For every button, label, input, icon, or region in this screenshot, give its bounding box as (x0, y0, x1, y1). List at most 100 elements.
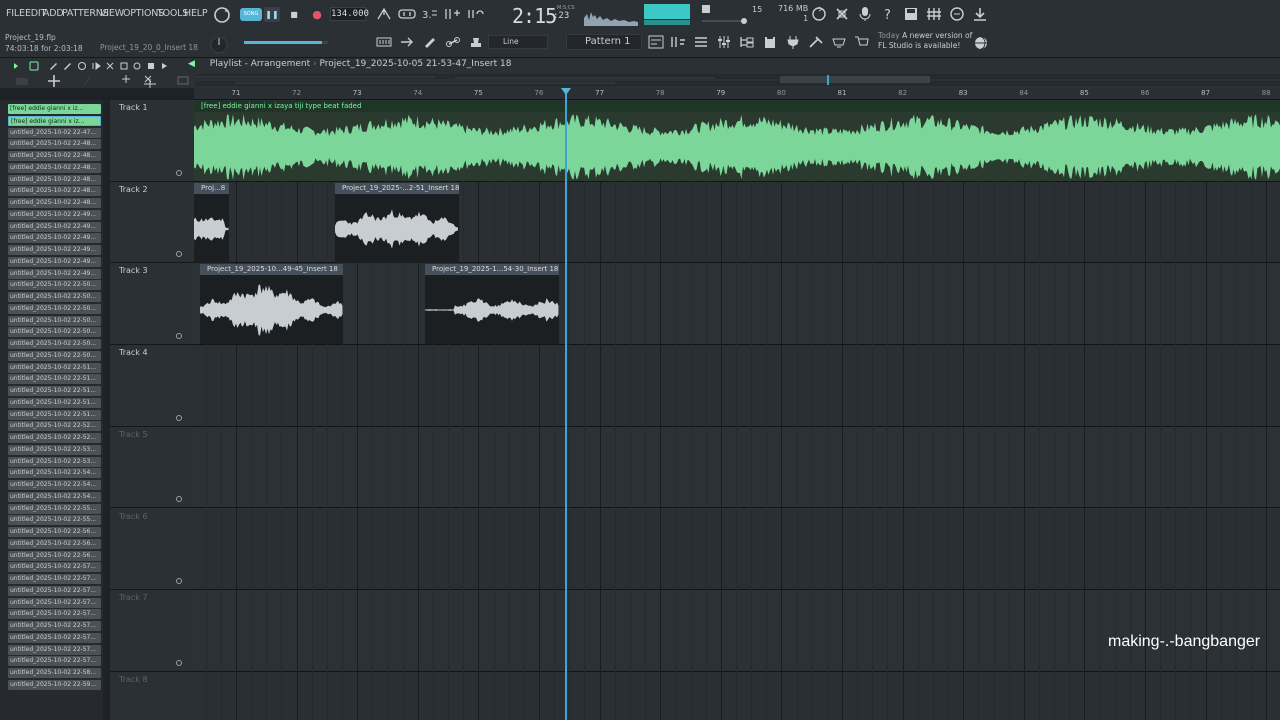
undo-history-icon[interactable] (811, 6, 827, 22)
picker-clip-entry[interactable]: [free] eddie gianni x iz... (8, 115, 101, 126)
picker-clip-entry[interactable]: [free] eddie gianni x iz... (8, 104, 101, 114)
metronome-icon[interactable] (376, 7, 392, 21)
picker-clip-entry[interactable]: untitled_2025-10-02 22-55... (8, 503, 101, 514)
picker-clip-entry[interactable]: untitled_2025-10-02 22-52... (8, 421, 101, 432)
picker-clip-entry[interactable]: untitled_2025-10-02 22-50... (8, 292, 101, 302)
track-header[interactable]: Track 6 (110, 509, 194, 591)
audio-clip-beat[interactable]: [free] eddie gianni x izaya tiji type be… (194, 101, 1280, 181)
song-position-clock[interactable]: 2:15 (512, 4, 557, 28)
picker-clip-entry[interactable]: untitled_2025-10-02 22-50... (8, 339, 101, 349)
playlist-title[interactable]: Playlist - Arrangement (210, 59, 310, 69)
wait-for-input-icon[interactable] (398, 7, 416, 21)
picker-clip-entry[interactable]: untitled_2025-10-02 22-49... (8, 245, 101, 255)
timeline-ruler[interactable]: 71 72 73 74 75 76 77 78 79 80 81 82 83 84 85 86 87 88 (194, 88, 1280, 100)
plugin-database-icon[interactable] (926, 6, 942, 22)
picker-clip-entry[interactable]: untitled_2025-10-02 22-57... (8, 632, 101, 643)
picker-clip-entry[interactable]: untitled_2025-10-02 22-56... (8, 538, 101, 549)
snap-selector[interactable]: Line (488, 35, 548, 49)
picker-clip-entry[interactable]: untitled_2025-10-02 22-58... (8, 668, 101, 678)
master-pitch-knob-icon[interactable] (206, 33, 232, 57)
track-header[interactable]: Track 7 (110, 590, 194, 672)
master-volume-slider[interactable] (244, 41, 322, 44)
audio-clip-title[interactable]: Project_19_2025-10...49-45_Insert 18 (200, 264, 343, 276)
track-mute-indicator[interactable] (176, 333, 182, 340)
picker-clip-entry[interactable]: untitled_2025-10-02 22-57... (8, 609, 101, 620)
picker-clip-entry[interactable]: untitled_2025-10-02 22-52... (8, 433, 101, 443)
track-header[interactable]: Track 5 (110, 427, 194, 509)
picker-clip-entry[interactable]: untitled_2025-10-02 22-59... (8, 679, 101, 690)
picker-clip-entry[interactable]: untitled_2025-10-02 22-51... (8, 397, 101, 408)
channel-rack-icon[interactable] (693, 35, 709, 49)
track-header[interactable]: Track 4 (110, 345, 194, 427)
track-name[interactable]: Track 7 (119, 593, 148, 602)
track-header[interactable]: Track 1 (110, 100, 194, 182)
track-mute-indicator[interactable] (176, 251, 182, 258)
picker-clip-entry[interactable]: untitled_2025-10-02 22-57... (8, 656, 101, 667)
picker-clip-entry[interactable]: untitled_2025-10-02 22-50... (8, 327, 101, 338)
menu-help[interactable]: HELP (184, 8, 208, 19)
track-name[interactable]: Track 8 (119, 675, 148, 684)
mixer-icon[interactable] (834, 6, 850, 22)
playlist-grid[interactable]: [free] eddie gianni x izaya tiji type be… (194, 100, 1280, 720)
track-name[interactable]: Track 3 (119, 266, 148, 275)
picker-clip-entry[interactable]: untitled_2025-10-02 22-49... (8, 256, 101, 267)
piano-roll-icon[interactable] (670, 35, 686, 49)
picker-clip-entry[interactable]: untitled_2025-10-02 22-50... (8, 280, 101, 291)
audio-clip-title[interactable]: [free] eddie gianni x izaya tiji type be… (194, 101, 1280, 112)
playlist-icon[interactable] (648, 35, 664, 49)
picker-clip-entry[interactable]: untitled_2025-10-02 22-51... (8, 374, 101, 385)
picker-clip-entry[interactable]: untitled_2025-10-02 22-49... (8, 233, 101, 244)
song-mode-toggle[interactable]: SONG (240, 8, 262, 21)
recording-loop-icon[interactable] (212, 5, 232, 25)
picker-clip-entry[interactable]: untitled_2025-10-02 22-47... (8, 127, 101, 138)
picker-clip-entry[interactable]: untitled_2025-10-02 22-57... (8, 597, 101, 608)
blend-notes-icon[interactable] (444, 7, 462, 21)
play-pause-button[interactable]: ❚❚ (264, 7, 280, 22)
track-name[interactable]: Track 4 (119, 348, 148, 357)
picker-clip-entry[interactable]: untitled_2025-10-02 22-53... (8, 444, 101, 455)
track-name[interactable]: Track 1 (119, 103, 148, 112)
picker-clip-entry[interactable]: untitled_2025-10-02 22-48... (8, 162, 101, 173)
track-mute-indicator[interactable] (176, 659, 182, 666)
picker-clip-entry[interactable]: untitled_2025-10-02 22-50... (8, 303, 101, 314)
picker-clip-entry[interactable]: untitled_2025-10-02 22-48... (8, 151, 101, 161)
picker-clip-entry[interactable]: untitled_2025-10-02 22-51... (8, 409, 101, 420)
track-name[interactable]: Track 6 (119, 512, 148, 521)
track-header[interactable]: Track 2 (110, 182, 194, 264)
picker-clip-entry[interactable]: untitled_2025-10-02 22-56... (8, 527, 101, 537)
picker-clip-entry[interactable]: untitled_2025-10-02 22-54... (8, 491, 101, 502)
render-icon[interactable] (831, 35, 847, 49)
menu-view[interactable]: VIEW (100, 8, 124, 19)
typing-keyboard-icon[interactable] (376, 36, 392, 48)
picker-clip-entry[interactable]: untitled_2025-10-02 22-56... (8, 550, 101, 561)
audio-clip-title[interactable]: Project_19_2025-1...54-30_Insert 18 (425, 264, 559, 276)
menu-file[interactable]: FILE (6, 8, 25, 19)
audio-clip-vocal[interactable]: Project_19_2025-1...54-30_Insert 18 (425, 264, 559, 345)
picker-clip-entry[interactable]: untitled_2025-10-02 22-49... (8, 209, 101, 220)
pattern-selector[interactable]: Pattern 1 (566, 34, 642, 50)
playhead-marker[interactable] (561, 88, 571, 95)
shop-cart-icon[interactable] (854, 35, 870, 49)
stamp-tool-icon[interactable] (468, 36, 484, 48)
picker-clip-entry[interactable]: untitled_2025-10-02 22-50... (8, 350, 101, 361)
news-panel[interactable]: Today A newer version of FL Studio is av… (878, 31, 972, 51)
pencil-tool-icon[interactable] (422, 36, 438, 48)
plugin-plug-icon[interactable] (785, 35, 801, 49)
audio-clip-vocal[interactable]: Project_19_2025-10...49-45_Insert 18 (200, 264, 343, 345)
track-mute-indicator[interactable] (176, 169, 182, 176)
playhead[interactable] (565, 88, 567, 720)
stop-button[interactable]: ■ (286, 7, 302, 22)
picker-clip-entry[interactable]: untitled_2025-10-02 22-49... (8, 268, 101, 279)
picker-clip-entry[interactable]: untitled_2025-10-02 22-48... (8, 139, 101, 150)
browser-tree-icon[interactable] (739, 35, 755, 49)
picker-clip-entry[interactable]: untitled_2025-10-02 22-57... (8, 562, 101, 573)
picker-clip-entry[interactable]: untitled_2025-10-02 22-55... (8, 515, 101, 526)
track-header[interactable]: Track 3 (110, 263, 194, 346)
picker-scrollbar[interactable] (103, 100, 109, 720)
audio-clip-vocal[interactable]: Proj...8 (194, 182, 229, 263)
picker-clip-entry[interactable]: untitled_2025-10-02 22-50... (8, 315, 101, 326)
audio-clip-title[interactable]: Project_19_2025-...2-51_Insert 18 (335, 182, 459, 194)
picker-clip-entry[interactable]: untitled_2025-10-02 22-51... (8, 386, 101, 396)
microphone-icon[interactable] (857, 6, 873, 22)
picker-clip-entry[interactable]: untitled_2025-10-02 22-48... (8, 174, 101, 185)
